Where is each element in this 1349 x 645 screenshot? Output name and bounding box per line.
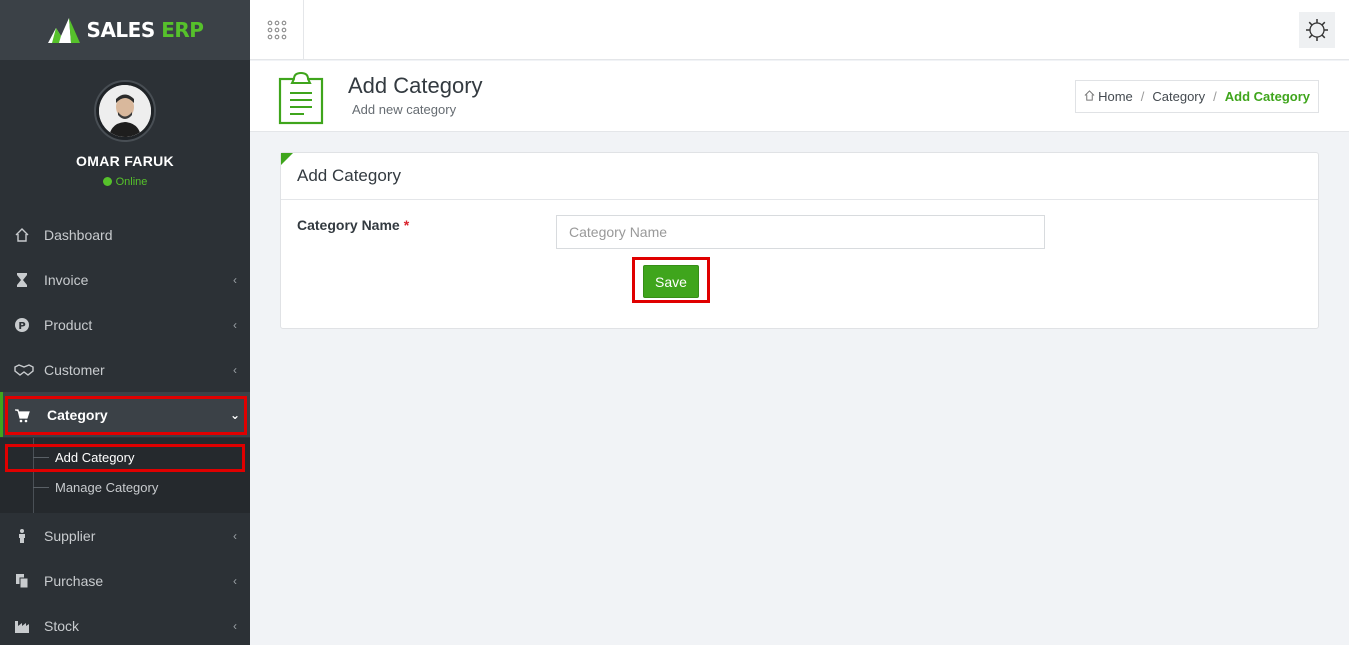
chevron-left-icon: ‹ bbox=[233, 528, 237, 543]
home-icon bbox=[1084, 89, 1095, 104]
handshake-icon bbox=[0, 362, 44, 378]
breadcrumb-separator: / bbox=[1213, 89, 1217, 104]
breadcrumb-current: Add Category bbox=[1224, 89, 1310, 104]
sales-erp-logo-icon bbox=[47, 18, 80, 43]
sidebar-item-purchase[interactable]: Purchase ‹ bbox=[0, 558, 250, 603]
sidebar-subitem-manage-category[interactable]: Manage Category bbox=[33, 472, 158, 502]
settings-button[interactable] bbox=[1299, 12, 1335, 48]
card-corner-accent bbox=[281, 153, 293, 165]
online-status-dot-icon bbox=[102, 177, 112, 186]
copy-icon bbox=[0, 573, 44, 589]
chevron-left-icon: ‹ bbox=[233, 362, 237, 377]
sidebar-item-customer[interactable]: Customer ‹ bbox=[0, 347, 250, 392]
breadcrumb-separator: / bbox=[1140, 89, 1145, 104]
apps-grid-button[interactable] bbox=[250, 0, 304, 60]
cart-icon bbox=[3, 407, 47, 423]
category-name-label: Category Name * bbox=[297, 217, 410, 233]
sidebar-item-supplier[interactable]: Supplier ‹ bbox=[0, 513, 250, 558]
breadcrumb-category-link[interactable]: Category bbox=[1152, 89, 1205, 104]
factory-icon bbox=[0, 618, 44, 634]
avatar-image bbox=[99, 85, 151, 137]
submenu-branch-line bbox=[33, 456, 49, 458]
svg-text:P: P bbox=[18, 321, 25, 332]
sidebar: SALES ERP OMAR FARUK Online Dashboard In… bbox=[0, 0, 250, 645]
sidebar-item-dashboard[interactable]: Dashboard bbox=[0, 212, 250, 257]
avatar[interactable] bbox=[94, 80, 156, 142]
page-title: Add Category bbox=[348, 73, 483, 98]
grid-dots-icon bbox=[267, 20, 286, 40]
person-icon bbox=[0, 528, 44, 544]
required-mark: * bbox=[403, 217, 410, 233]
product-p-icon: P bbox=[0, 317, 44, 333]
sidebar-subitem-add-category[interactable]: Add Category bbox=[33, 442, 135, 472]
chevron-left-icon: ‹ bbox=[233, 272, 237, 287]
brand-logo-area[interactable]: SALES ERP bbox=[0, 0, 250, 60]
add-category-card: Add Category Category Name* Save bbox=[280, 152, 1319, 329]
category-name-input[interactable] bbox=[556, 215, 1045, 249]
gear-icon bbox=[1306, 19, 1328, 41]
chevron-left-icon: ‹ bbox=[233, 573, 237, 588]
sidebar-item-product[interactable]: P Product ‹ bbox=[0, 302, 250, 347]
breadcrumb-home-link[interactable]: Home bbox=[1098, 89, 1133, 104]
sidebar-item-stock[interactable]: Stock ‹ bbox=[0, 603, 250, 645]
home-icon bbox=[0, 227, 44, 243]
user-name: OMAR FARUK bbox=[76, 153, 174, 169]
card-title: Add Category bbox=[281, 153, 1318, 200]
page-subtitle: Add new category bbox=[352, 102, 457, 117]
chevron-left-icon: ‹ bbox=[233, 317, 237, 332]
chevron-down-icon: ⌄ bbox=[229, 407, 241, 422]
user-status: Online bbox=[0, 176, 250, 188]
brand-name: SALES ERP bbox=[86, 18, 204, 42]
breadcrumb: Home / Category / Add Category bbox=[1075, 80, 1319, 113]
clipboard-icon bbox=[278, 71, 324, 125]
submenu-branch-line bbox=[33, 486, 49, 488]
top-bar bbox=[250, 0, 1349, 60]
category-submenu: Add Category Manage Category bbox=[0, 438, 250, 513]
page-header: Add Category Add new category Home / Cat… bbox=[250, 61, 1349, 132]
chevron-left-icon: ‹ bbox=[233, 618, 237, 633]
save-button[interactable]: Save bbox=[643, 265, 699, 298]
sidebar-item-category[interactable]: Category ⌄ bbox=[0, 392, 250, 437]
hourglass-icon bbox=[0, 272, 44, 288]
sidebar-item-invoice[interactable]: Invoice ‹ bbox=[0, 257, 250, 302]
